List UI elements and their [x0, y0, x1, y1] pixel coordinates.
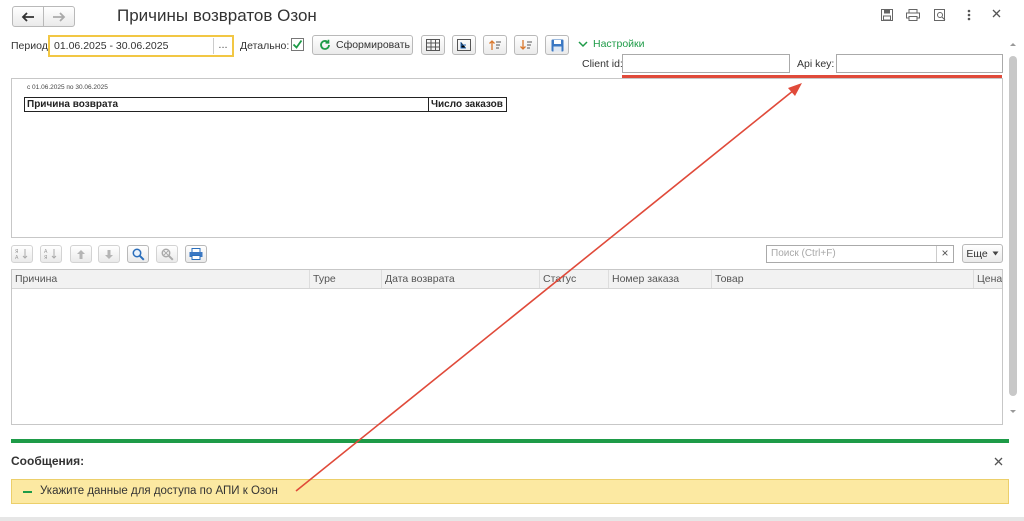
period-select-button[interactable]: ...	[213, 38, 232, 54]
move-up-button[interactable]	[70, 245, 92, 263]
report-header-reason[interactable]: Причина возврата	[24, 97, 429, 112]
column-price[interactable]: Цена	[974, 270, 1002, 288]
report-panel: с 01.06.2025 по 30.06.2025 Причина возвр…	[11, 78, 1003, 238]
column-status[interactable]: Статус	[540, 270, 609, 288]
forward-button[interactable]	[43, 6, 75, 27]
page-title: Причины возвратов Озон	[117, 6, 317, 25]
settings-label: Настройки	[593, 38, 645, 50]
arrow-left-icon	[21, 11, 34, 22]
client-id-label: Client id:	[582, 58, 623, 70]
period-label: Период:	[11, 40, 51, 52]
floppy-disk-icon	[551, 39, 563, 51]
generate-label: Сформировать	[336, 39, 411, 51]
message-item[interactable]: Укажите данные для доступа по АПИ к Озон	[11, 479, 1009, 504]
search-field[interactable]: Поиск (Ctrl+F) ×	[766, 245, 954, 263]
print-list-button[interactable]	[185, 245, 207, 263]
api-key-label: Api key:	[797, 58, 835, 70]
magnifier-cancel-icon	[161, 248, 174, 261]
close-window-icon[interactable]	[992, 9, 1001, 18]
client-id-input[interactable]	[622, 54, 790, 73]
scroll-up-icon[interactable]	[1008, 40, 1018, 48]
sort-za-button[interactable]: АЯ	[40, 245, 62, 263]
report-period-caption: с 01.06.2025 по 30.06.2025	[27, 84, 108, 91]
printer-icon	[189, 248, 203, 260]
sort-up-button[interactable]	[483, 35, 507, 55]
scrollbar-thumb[interactable]	[1009, 56, 1017, 396]
sort-az-button[interactable]: ЯА	[11, 245, 33, 263]
messages-divider	[11, 439, 1009, 443]
detail-label: Детально:	[240, 40, 290, 52]
arrow-right-icon	[53, 11, 66, 22]
search-placeholder: Поиск (Ctrl+F)	[771, 248, 836, 259]
column-product[interactable]: Товар	[712, 270, 974, 288]
cancel-find-button[interactable]	[156, 245, 178, 263]
api-key-input[interactable]	[836, 54, 1003, 73]
search-clear-icon[interactable]: ×	[936, 246, 953, 262]
more-label: Еще	[966, 247, 988, 260]
back-button[interactable]	[12, 6, 44, 27]
find-button[interactable]	[127, 245, 149, 263]
table-grid-icon	[426, 39, 440, 51]
messages-close-icon[interactable]	[994, 457, 1003, 466]
sort-za-icon: АЯ	[44, 249, 57, 260]
more-button[interactable]: Еще	[962, 244, 1003, 263]
save-window-icon[interactable]	[881, 9, 893, 21]
period-value: 01.06.2025 - 30.06.2025	[54, 40, 169, 52]
magnifier-icon	[132, 248, 145, 261]
list-header: Причина Type Дата возврата Статус Номер …	[12, 270, 1002, 289]
column-type[interactable]: Type	[310, 270, 382, 288]
arrow-up-icon	[77, 249, 85, 259]
column-reason[interactable]: Причина	[12, 270, 310, 288]
messages-title: Сообщения:	[11, 454, 85, 468]
report-header-orders[interactable]: Число заказов	[428, 97, 507, 112]
bottom-border	[0, 517, 1024, 521]
message-dash-icon	[23, 491, 32, 493]
table-view-button[interactable]	[421, 35, 445, 55]
scrollbar[interactable]	[1008, 40, 1018, 426]
sort-down-icon	[520, 40, 532, 50]
detail-checkbox[interactable]	[291, 38, 304, 51]
settings-toggle[interactable]: Настройки	[578, 38, 645, 50]
list-table: Причина Type Дата возврата Статус Номер …	[11, 269, 1003, 425]
arrow-down-icon	[105, 249, 113, 259]
more-menu-icon[interactable]	[967, 9, 971, 21]
column-order-number[interactable]: Номер заказа	[609, 270, 712, 288]
save-button[interactable]	[545, 35, 569, 55]
scroll-down-icon[interactable]	[1008, 408, 1018, 416]
checkmark-icon	[292, 39, 303, 49]
caret-down-icon	[992, 251, 999, 256]
chevron-down-icon	[578, 40, 588, 47]
preview-icon[interactable]	[934, 9, 946, 21]
refresh-icon	[320, 39, 330, 50]
column-return-date[interactable]: Дата возврата	[382, 270, 540, 288]
sort-down-button[interactable]	[514, 35, 538, 55]
print-icon[interactable]	[906, 9, 920, 21]
grouping-icon	[457, 39, 471, 51]
period-field[interactable]: 01.06.2025 - 30.06.2025 ...	[48, 35, 234, 57]
svg-text:Я: Я	[44, 255, 47, 260]
move-down-button[interactable]	[98, 245, 120, 263]
sort-up-icon	[489, 40, 501, 50]
grouping-button[interactable]	[452, 35, 476, 55]
svg-text:А: А	[15, 255, 19, 260]
generate-button[interactable]: Сформировать	[312, 35, 413, 55]
message-text: Укажите данные для доступа по АПИ к Озон	[40, 485, 278, 497]
sort-az-icon: ЯА	[15, 249, 28, 260]
